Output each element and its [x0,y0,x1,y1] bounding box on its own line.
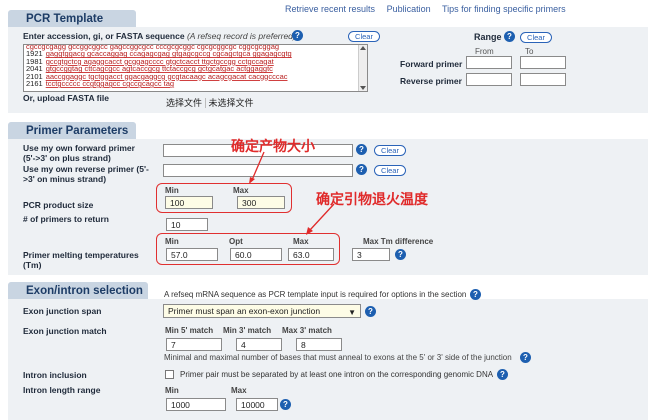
reverse-help-icon[interactable]: ? [356,164,367,175]
match-description: Minimal and maximal number of bases that… [164,353,512,362]
upload-label: Or, upload FASTA file [23,93,109,103]
own-reverse-clear-button[interactable]: Clear [374,165,406,176]
own-forward-label: Use my own forward primer (5'->3' on plus… [23,143,135,163]
product-size-label: PCR product size [23,200,94,210]
own-reverse-label: Use my own reverse primer (5'- >3' on min… [23,164,149,184]
forward-to-input[interactable] [520,56,566,69]
reverse-to-input[interactable] [520,73,566,86]
intron-min-label: Min [165,386,179,395]
tm-label: Primer melting temperatures (Tm) [23,250,139,270]
accession-label: Enter accession, gi, or FASTA sequence (… [23,31,296,41]
intron-inclusion-label: Intron inclusion [23,370,87,380]
range-help-icon[interactable]: ? [504,31,515,42]
num-primers-input[interactable]: 10 [166,218,208,231]
top-links: Retrieve recent results Publication Tips… [285,4,575,14]
max3-label: Max 3' match [282,326,332,335]
forward-primer-label: Forward primer [400,59,463,69]
min5-label: Min 5' match [165,326,214,335]
min3-input[interactable]: 4 [236,338,282,351]
tm-max-label: Max [293,237,309,246]
sequence-line: 2161 tcctgccccc ccgtggagcc cgccgcagcc tag [26,79,175,89]
primer-params-header: Primer Parameters [8,122,136,140]
min5-input[interactable]: 7 [166,338,222,351]
forward-from-input[interactable] [466,56,512,69]
intron-inclusion-checkbox[interactable] [165,370,174,379]
exon-note-help-icon[interactable]: ? [470,289,481,300]
tm-min-label: Min [165,237,179,246]
pcr-template-header: PCR Template [8,10,136,28]
to-label: To [525,47,534,56]
product-max-input[interactable]: 300 [237,196,285,209]
junction-span-select[interactable]: Primer must span an exon-exon junction ▼ [163,304,361,318]
from-label: From [475,47,494,56]
intron-min-input[interactable]: 1000 [166,398,226,411]
junction-span-help-icon[interactable]: ? [365,306,376,317]
tips-link[interactable]: Tips for finding specific primers [442,4,566,14]
min3-label: Min 3' match [223,326,272,335]
no-file-text: 未选择文件 [204,98,254,108]
retrieve-results-link[interactable]: Retrieve recent results [285,4,375,14]
product-min-label: Min [165,186,179,195]
tm-min-input[interactable]: 57.0 [166,248,218,261]
reverse-primer-label: Reverse primer [400,76,462,86]
chevron-down-icon: ▼ [348,308,356,317]
tm-opt-label: Opt [229,237,243,246]
own-forward-clear-button[interactable]: Clear [374,145,406,156]
max3-input[interactable]: 8 [296,338,342,351]
intron-length-label: Intron length range [23,385,101,395]
accession-help-icon[interactable]: ? [292,30,303,41]
junction-span-label: Exon junction span [23,306,102,316]
exon-note: A refseq mRNA sequence as PCR template i… [164,290,467,299]
match-help-icon[interactable]: ? [520,352,531,363]
num-primers-label: # of primers to return [23,214,109,224]
tm-help-icon[interactable]: ? [395,249,406,260]
forward-help-icon[interactable]: ? [356,144,367,155]
range-clear-button[interactable]: Clear [520,32,552,43]
product-min-input[interactable]: 100 [165,196,213,209]
range-label: Range [474,32,502,42]
intron-max-input[interactable]: 10000 [236,398,278,411]
tm-max-input[interactable]: 63.0 [288,248,334,261]
tm-opt-input[interactable]: 60.0 [230,248,282,261]
tm-diff-input[interactable]: 3 [352,248,390,261]
exon-header: Exon/intron selection [8,282,148,300]
sequence-textarea[interactable]: cgccgcgagg gccggcggcc gagccggcgcc cccgcg… [23,44,368,92]
choose-file-button[interactable]: 选择文件 未选择文件 [166,96,254,109]
intron-inclusion-text: Primer pair must be separated by at leas… [180,370,494,379]
accession-clear-button[interactable]: Clear [348,31,380,42]
textarea-scrollbar[interactable] [358,45,367,91]
intron-inclusion-help-icon[interactable]: ? [497,369,508,380]
publication-link[interactable]: Publication [387,4,431,14]
tm-diff-label: Max Tm difference [363,237,434,246]
intron-length-help-icon[interactable]: ? [280,399,291,410]
product-max-label: Max [233,186,249,195]
junction-match-label: Exon junction match [23,326,107,336]
intron-max-label: Max [231,386,247,395]
reverse-from-input[interactable] [466,73,512,86]
